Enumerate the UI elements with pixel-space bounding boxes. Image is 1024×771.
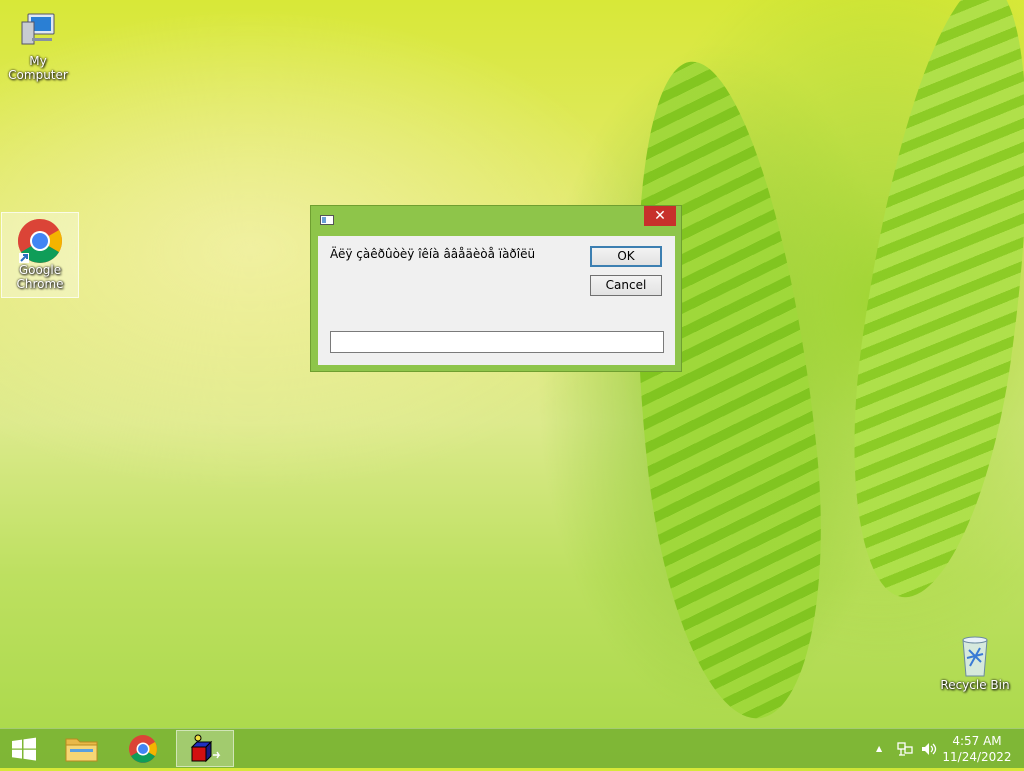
dialog-prompt-text: Äëÿ çàêðûòèÿ îêíà ââåäèòå ïàðîëü — [330, 247, 536, 261]
taskbar-running-app[interactable] — [176, 730, 234, 767]
chrome-icon — [129, 735, 157, 763]
folder-icon — [65, 738, 98, 762]
desktop-icon-recycle-bin[interactable]: Recycle Bin — [937, 628, 1013, 692]
volume-icon[interactable] — [921, 742, 939, 759]
close-button[interactable]: ✕ — [644, 206, 676, 226]
dialog-client-area: Äëÿ çàêðûòèÿ îêíà ââåäèòå ïàðîëü OK Canc… — [318, 236, 675, 365]
desktop-icon-label: Google Chrome — [16, 263, 64, 291]
clock-time: 4:57 AM — [952, 734, 1002, 748]
chrome-icon — [18, 217, 62, 263]
ok-button[interactable]: OK — [590, 246, 662, 267]
taskbar-chrome[interactable] — [114, 730, 172, 767]
desktop-icon-label: Recycle Bin — [940, 678, 1010, 692]
password-dialog: ✕ Äëÿ çàêðûòèÿ îêíà ââåäèòå ïàðîëü OK Ca… — [310, 205, 682, 372]
wallpaper-leaf — [827, 0, 1024, 608]
wallpaper-leaf — [605, 52, 845, 728]
window-app-icon — [320, 215, 334, 225]
desktop-icon-google-chrome[interactable]: Google Chrome — [1, 212, 79, 298]
windows-logo-icon — [12, 737, 36, 761]
network-icon[interactable] — [897, 742, 913, 759]
cancel-button[interactable]: Cancel — [590, 275, 662, 296]
desktop-icon-label: My Computer — [8, 54, 68, 82]
dialog-titlebar[interactable]: ✕ — [311, 206, 681, 234]
tray-overflow-chevron-icon[interactable]: ▲ — [876, 744, 882, 753]
clock-date: 11/24/2022 — [942, 750, 1012, 764]
taskbar-file-explorer[interactable] — [53, 730, 111, 767]
desktop-icon-my-computer[interactable]: My Computer — [0, 4, 76, 82]
computer-icon — [16, 8, 60, 52]
app-icon — [190, 734, 221, 763]
recycle-bin-icon — [953, 632, 997, 677]
start-button[interactable] — [0, 730, 50, 767]
password-input[interactable] — [330, 331, 664, 353]
taskbar: ▲ 4:57 AM 11/24/2022 — [0, 728, 1024, 768]
tray-clock[interactable]: 4:57 AM 11/24/2022 — [942, 733, 1012, 765]
